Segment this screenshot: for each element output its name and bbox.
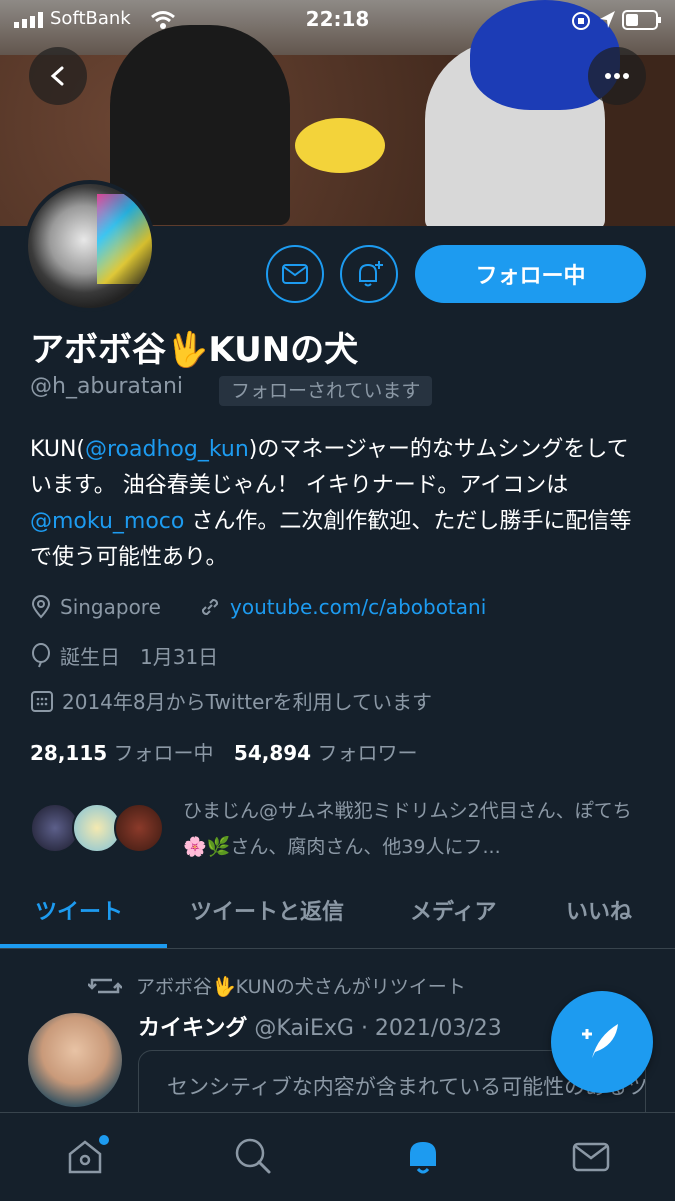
mention-link[interactable]: @moku_moco bbox=[30, 509, 184, 534]
joined-row: 2014年8月からTwitterを利用しています bbox=[30, 686, 432, 715]
profile-tabs: ツイート ツイートと返信 メディア いいね bbox=[0, 880, 675, 949]
website-link[interactable]: youtube.com/c/abobotani bbox=[230, 595, 486, 619]
website-row[interactable]: youtube.com/c/abobotani bbox=[198, 595, 486, 619]
chevron-left-icon bbox=[50, 66, 64, 86]
calendar-icon bbox=[31, 690, 53, 712]
tweet-header: カイキング @KaiExG · 2021/03/23 bbox=[138, 1010, 502, 1042]
notify-button[interactable] bbox=[340, 245, 398, 303]
mention-link[interactable]: @roadhog_kun bbox=[85, 437, 249, 462]
mail-icon bbox=[282, 264, 308, 284]
location-text: Singapore bbox=[60, 595, 161, 619]
battery-icon bbox=[622, 10, 661, 30]
more-button[interactable] bbox=[588, 47, 646, 105]
back-button[interactable] bbox=[29, 47, 87, 105]
follow-stats: 28,115 フォロー中 54,894 フォロワー bbox=[30, 737, 417, 766]
location-row: Singapore bbox=[30, 595, 161, 619]
known-followers-text[interactable]: ひまじん@サムネ戦犯ミドリムシ2代目さん、ぽてち🌸🌿さん、腐肉さん、他39人にフ… bbox=[183, 793, 643, 865]
bell-icon bbox=[410, 1142, 436, 1174]
profile-handle: @h_aburatani bbox=[30, 374, 184, 399]
nav-messages[interactable] bbox=[561, 1131, 621, 1181]
location-pin-icon bbox=[31, 595, 51, 619]
search-icon bbox=[235, 1138, 271, 1174]
known-follower-avatar bbox=[114, 803, 164, 853]
link-icon bbox=[201, 598, 219, 616]
follows-you-badge: フォローされています bbox=[219, 376, 433, 406]
tab-likes[interactable]: いいね bbox=[566, 894, 632, 926]
balloon-icon bbox=[32, 642, 50, 667]
location-arrow-icon bbox=[600, 11, 615, 28]
following-button[interactable]: フォロー中 bbox=[415, 245, 646, 303]
followers-stat[interactable]: 54,894 フォロワー bbox=[234, 741, 418, 765]
birthday-row: 誕生日 1月31日 bbox=[30, 641, 218, 670]
nav-home[interactable] bbox=[55, 1131, 115, 1181]
bell-plus-icon bbox=[359, 261, 383, 287]
following-stat[interactable]: 28,115 フォロー中 bbox=[30, 741, 214, 765]
nav-notifications[interactable] bbox=[393, 1131, 453, 1181]
nav-search[interactable] bbox=[223, 1131, 283, 1181]
profile-bio: KUN(@roadhog_kun)のマネージャー的なサムシングをしています。 油… bbox=[30, 437, 632, 570]
retweet-icon bbox=[88, 978, 122, 993]
tab-tweets[interactable]: ツイート bbox=[35, 894, 123, 926]
orientation-lock-icon bbox=[572, 12, 590, 30]
unread-dot bbox=[99, 1135, 109, 1145]
tab-media[interactable]: メディア bbox=[410, 894, 496, 926]
joined-text: 2014年8月からTwitterを利用しています bbox=[62, 690, 433, 714]
tab-tweets-replies[interactable]: ツイートと返信 bbox=[190, 894, 344, 926]
tweet-author-avatar[interactable] bbox=[28, 1013, 122, 1107]
message-button[interactable] bbox=[266, 245, 324, 303]
status-bar: SoftBank 22:18 bbox=[0, 0, 675, 40]
bottom-navigation bbox=[0, 1112, 675, 1201]
birthday-text: 誕生日 1月31日 bbox=[60, 645, 219, 669]
tweet-author-name[interactable]: カイキング bbox=[138, 1016, 247, 1041]
feather-plus-icon bbox=[582, 1024, 618, 1058]
more-dots-icon bbox=[605, 73, 629, 79]
profile-avatar[interactable] bbox=[24, 180, 156, 312]
retweet-notice-text: アボボ谷🖖KUNの犬さんがリツイート bbox=[136, 976, 466, 998]
compose-button[interactable] bbox=[551, 991, 653, 1093]
tweet-author-meta: @KaiExG · 2021/03/23 bbox=[254, 1016, 502, 1041]
active-tab-indicator bbox=[0, 944, 167, 948]
mail-icon bbox=[572, 1142, 610, 1172]
retweet-notice: アボボ谷🖖KUNの犬さんがリツイート bbox=[88, 972, 466, 999]
display-name: アボボ谷🖖KUNの犬 bbox=[30, 330, 359, 370]
